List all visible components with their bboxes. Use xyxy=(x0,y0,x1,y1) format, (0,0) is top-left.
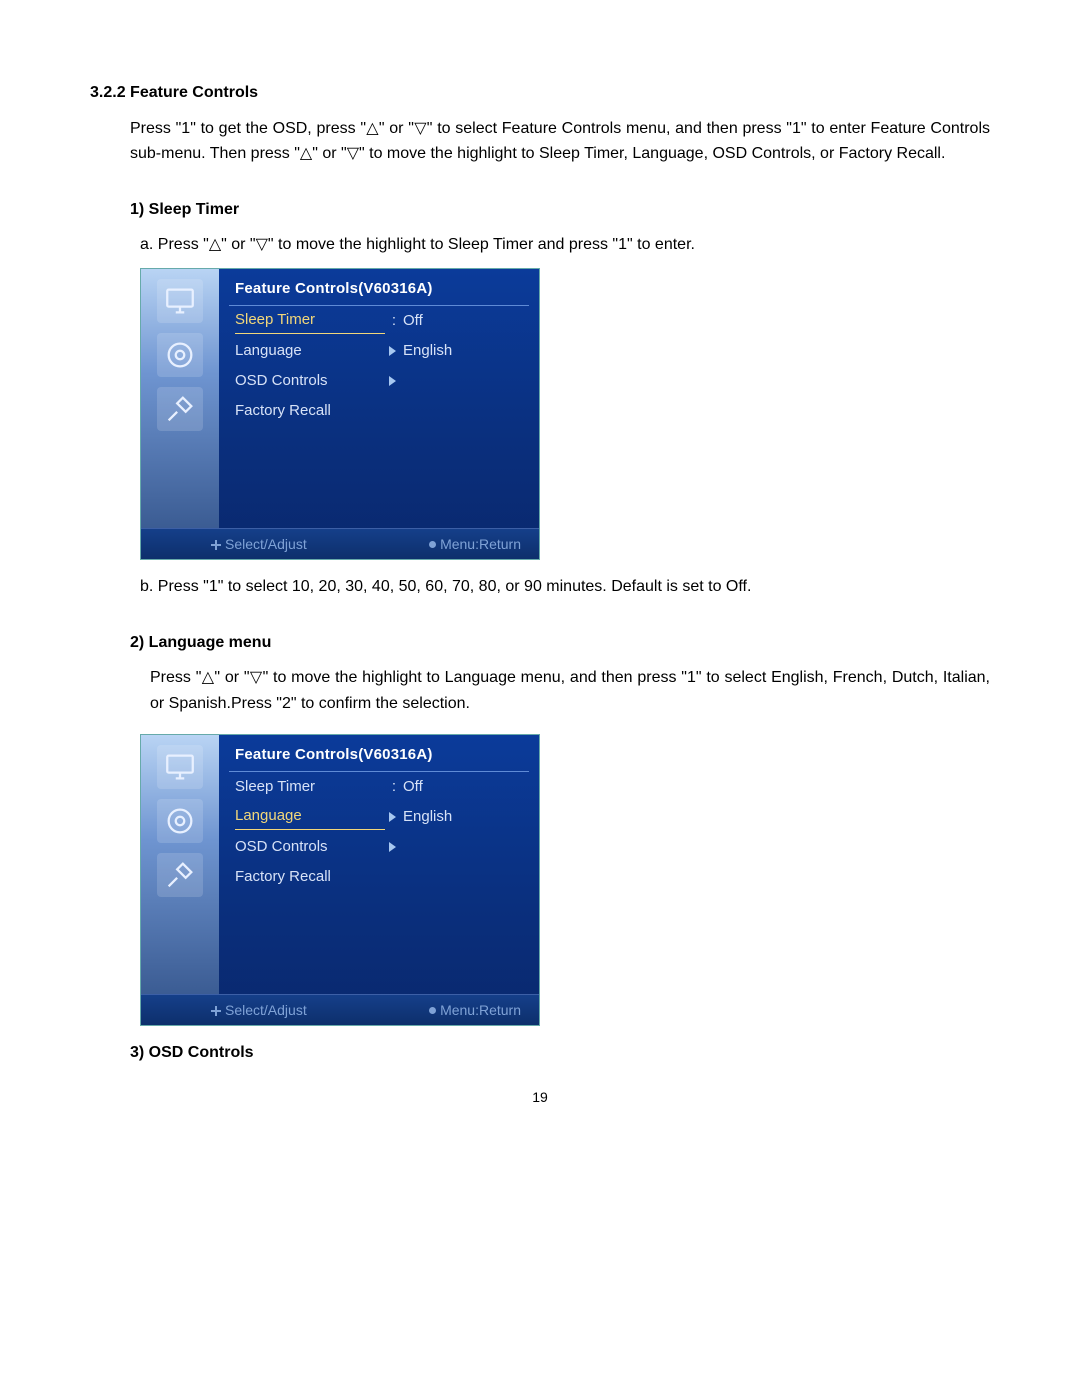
osd-footer-left-text: Select/Adjust xyxy=(225,1002,307,1018)
osd-row-factory-recall: Factory Recall xyxy=(229,396,529,426)
crosshair-icon xyxy=(211,1006,221,1016)
osd-label: Factory Recall xyxy=(235,399,385,423)
arrow-right-icon xyxy=(385,805,403,829)
osd-label: Sleep Timer xyxy=(235,775,385,799)
osd-footer: Select/Adjust Menu:Return xyxy=(141,994,539,1025)
osd-top: Feature Controls(V60316A) Sleep Timer : … xyxy=(141,269,539,528)
monitor-icon xyxy=(157,745,203,789)
osd-main: Feature Controls(V60316A) Sleep Timer : … xyxy=(219,735,539,994)
osd-label: Language xyxy=(235,804,385,830)
osd-footer-right-text: Menu:Return xyxy=(440,1002,521,1018)
osd-value: Off xyxy=(403,309,523,333)
language-menu-para: Press "△" or "▽" to move the highlight t… xyxy=(150,665,990,716)
section-intro: Press "1" to get the OSD, press "△" or "… xyxy=(130,116,990,167)
osd-footer: Select/Adjust Menu:Return xyxy=(141,528,539,559)
osd-row-language: Language English xyxy=(229,802,529,832)
page-number: 19 xyxy=(90,1086,990,1108)
section-heading: 3.2.2 Feature Controls xyxy=(90,80,990,106)
osd-label: OSD Controls xyxy=(235,835,385,859)
arrow-right-icon xyxy=(385,835,403,859)
osd-screenshot-sleep-timer: Feature Controls(V60316A) Sleep Timer : … xyxy=(140,268,540,560)
osd-title: Feature Controls(V60316A) xyxy=(229,741,529,772)
osd-separator: : xyxy=(385,775,403,799)
crosshair-icon xyxy=(211,540,221,550)
osd-footer-right-text: Menu:Return xyxy=(440,536,521,552)
osd-label: OSD Controls xyxy=(235,369,385,393)
arrow-right-icon xyxy=(385,369,403,393)
osd-value: Off xyxy=(403,775,523,799)
section-title: Feature Controls xyxy=(130,84,258,101)
osd-top: Feature Controls(V60316A) Sleep Timer : … xyxy=(141,735,539,994)
osd-row-sleep-timer: Sleep Timer : Off xyxy=(229,772,529,802)
osd-sidebar xyxy=(141,735,219,994)
dot-icon xyxy=(429,1007,436,1014)
dot-icon xyxy=(429,541,436,548)
osd-label: Sleep Timer xyxy=(235,308,385,334)
osd-main: Feature Controls(V60316A) Sleep Timer : … xyxy=(219,269,539,528)
osd-screenshot-language: Feature Controls(V60316A) Sleep Timer : … xyxy=(140,734,540,1026)
osd-title: Feature Controls(V60316A) xyxy=(229,275,529,306)
speaker-icon xyxy=(157,799,203,843)
sleep-timer-step-b: b. Press "1" to select 10, 20, 30, 40, 5… xyxy=(140,574,990,600)
osd-value: English xyxy=(403,805,523,829)
sleep-timer-heading: 1) Sleep Timer xyxy=(130,197,990,223)
osd-footer-right: Menu:Return xyxy=(429,533,521,555)
speaker-icon xyxy=(157,333,203,377)
osd-separator: : xyxy=(385,309,403,333)
osd-row-factory-recall: Factory Recall xyxy=(229,862,529,892)
language-menu-heading: 2) Language menu xyxy=(130,630,990,656)
osd-row-osd-controls: OSD Controls xyxy=(229,366,529,396)
osd-footer-left-text: Select/Adjust xyxy=(225,536,307,552)
osd-row-sleep-timer: Sleep Timer : Off xyxy=(229,306,529,336)
osd-row-language: Language English xyxy=(229,336,529,366)
osd-footer-right: Menu:Return xyxy=(429,999,521,1021)
osd-row-osd-controls: OSD Controls xyxy=(229,832,529,862)
section-number: 3.2.2 xyxy=(90,84,126,101)
osd-controls-heading: 3) OSD Controls xyxy=(130,1040,990,1066)
arrow-right-icon xyxy=(385,339,403,363)
osd-label: Factory Recall xyxy=(235,865,385,889)
monitor-icon xyxy=(157,279,203,323)
osd-value: English xyxy=(403,339,523,363)
osd-sidebar xyxy=(141,269,219,528)
osd-label: Language xyxy=(235,339,385,363)
tools-icon xyxy=(157,853,203,897)
sleep-timer-step-a: a. Press "△" or "▽" to move the highligh… xyxy=(140,232,990,258)
osd-footer-left: Select/Adjust xyxy=(211,999,307,1021)
osd-footer-left: Select/Adjust xyxy=(211,533,307,555)
tools-icon xyxy=(157,387,203,431)
